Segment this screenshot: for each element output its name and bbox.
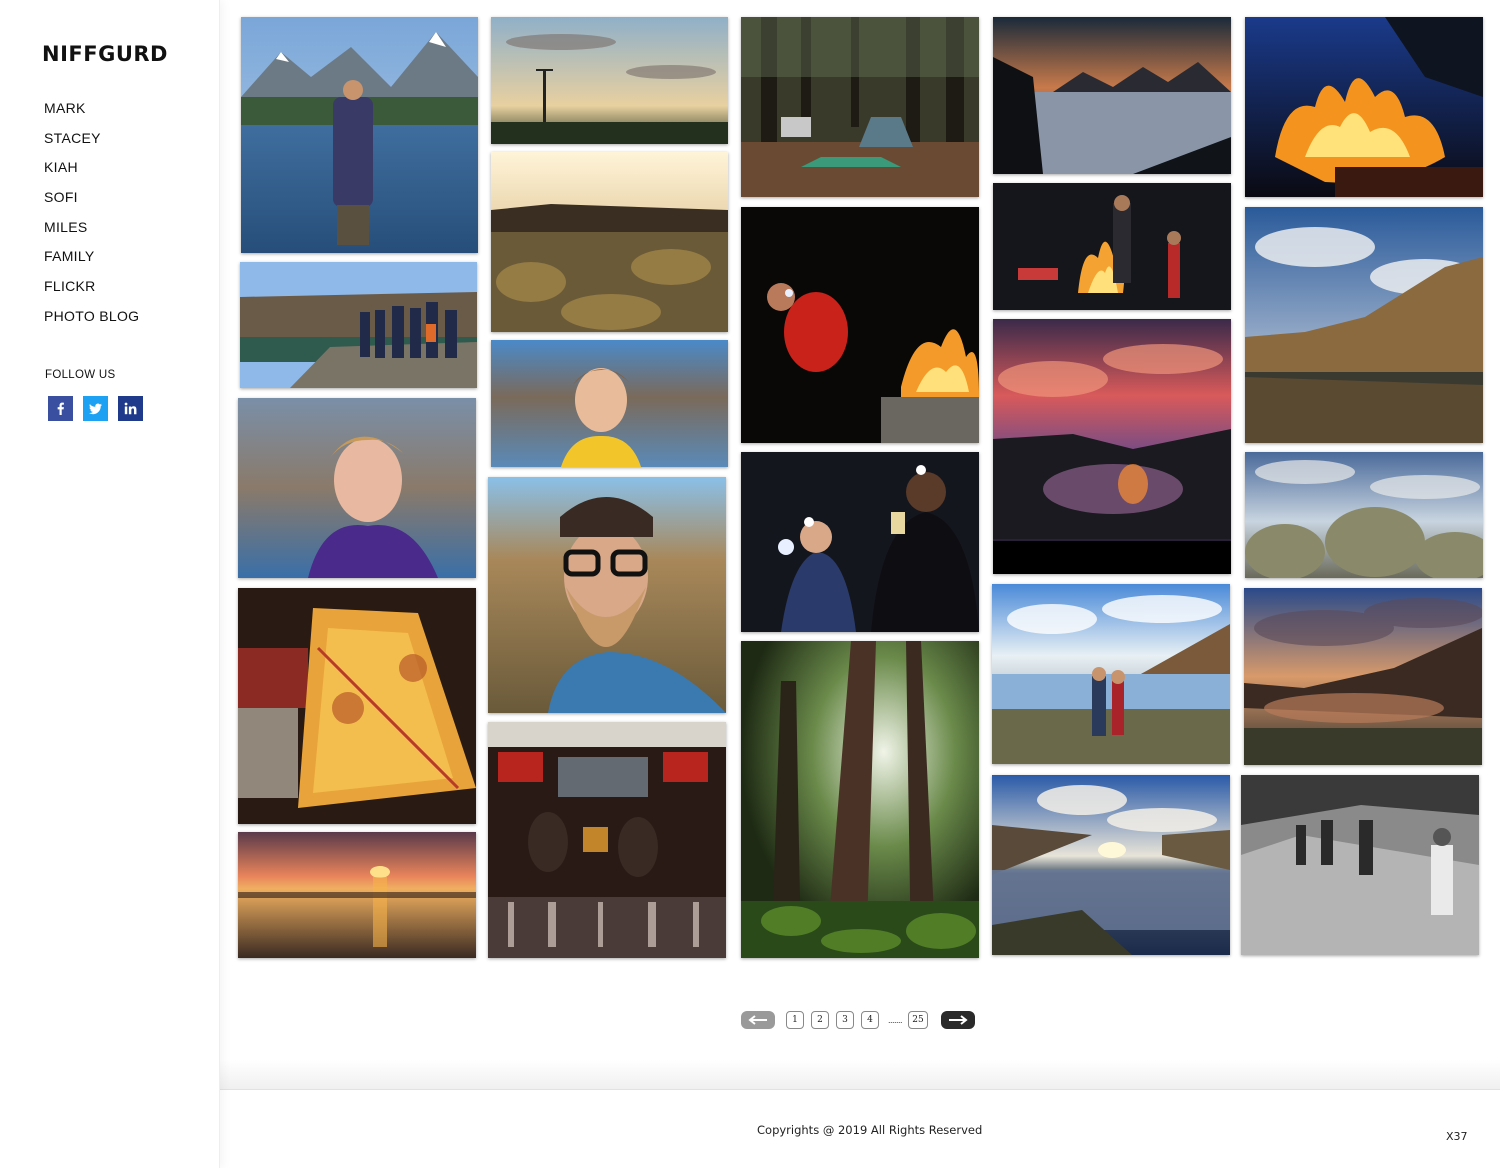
photo-couple-at-lake[interactable] [992, 584, 1230, 764]
footer-badge: X37 [1446, 1130, 1468, 1143]
photo-canyon-sunrise[interactable] [491, 152, 728, 332]
photo-power-pole-sky[interactable] [491, 17, 728, 144]
nav-item-kiah[interactable]: KIAH [44, 157, 139, 187]
photo-headlamp-campfire[interactable] [741, 207, 979, 443]
photo-campfire-people[interactable] [993, 183, 1231, 310]
photo-canyon-reflection[interactable] [992, 775, 1230, 955]
arrow-right-icon [948, 1015, 968, 1025]
arrow-left-icon [748, 1015, 768, 1025]
photo-dramatic-clouds[interactable] [1244, 588, 1482, 765]
nav-item-family[interactable]: FAMILY [44, 246, 139, 276]
nav-item-miles[interactable]: MILES [44, 217, 139, 247]
photo-canyon-cliffs[interactable] [1245, 207, 1483, 443]
nav-item-mark[interactable]: MARK [44, 98, 139, 128]
site-logo[interactable]: NIFFGURD [42, 42, 168, 66]
photo-restaurant-booth[interactable] [488, 722, 726, 958]
nav-item-sofi[interactable]: SOFI [44, 187, 139, 217]
photo-snowy-peaks-dusk[interactable] [993, 17, 1231, 174]
nav-item-photo-blog[interactable]: PHOTO BLOG [44, 306, 139, 336]
photo-bearded-man[interactable] [488, 477, 726, 713]
next-page-button[interactable] [941, 1011, 975, 1029]
page-25-button[interactable]: 25 [908, 1011, 928, 1029]
photo-pink-sunset-lake[interactable] [993, 319, 1231, 574]
main-nav: MARK STACEY KIAH SOFI MILES FAMILY FLICK… [44, 98, 139, 336]
photo-hikers-bw[interactable] [1241, 775, 1479, 955]
photo-sagebrush[interactable] [1245, 452, 1483, 578]
social-links [48, 396, 143, 421]
page-3-button[interactable]: 3 [836, 1011, 854, 1029]
photo-man-at-mountain-lake[interactable] [241, 17, 478, 253]
prev-page-button[interactable] [741, 1011, 775, 1029]
photo-forest-campsite[interactable] [741, 17, 979, 197]
photo-beach-sunset[interactable] [238, 832, 476, 958]
photo-headlamps-night[interactable] [741, 452, 979, 632]
copyright-text: Copyrights @ 2019 All Rights Reserved [757, 1123, 983, 1137]
nav-item-flickr[interactable]: FLICKR [44, 276, 139, 306]
photo-campfire-flames[interactable] [1245, 17, 1483, 197]
photo-smiling-teen[interactable] [238, 398, 476, 578]
photo-boy-portrait[interactable] [491, 340, 728, 467]
page-4-button[interactable]: 4 [861, 1011, 879, 1029]
follow-us-label: FOLLOW US [45, 369, 116, 381]
photo-tall-trees[interactable] [741, 641, 979, 958]
twitter-icon[interactable] [83, 396, 108, 421]
page-2-button[interactable]: 2 [811, 1011, 829, 1029]
photo-group-on-cliff[interactable] [240, 262, 477, 388]
facebook-icon[interactable] [48, 396, 73, 421]
footer-divider [220, 1060, 1500, 1090]
page-1-button[interactable]: 1 [786, 1011, 804, 1029]
pagination-ellipsis: ....... [888, 1015, 903, 1025]
linkedin-icon[interactable] [118, 396, 143, 421]
sidebar: NIFFGURD MARK STACEY KIAH SOFI MILES FAM… [0, 0, 220, 1168]
photo-glowing-lamp[interactable] [238, 588, 476, 824]
nav-item-stacey[interactable]: STACEY [44, 128, 139, 158]
